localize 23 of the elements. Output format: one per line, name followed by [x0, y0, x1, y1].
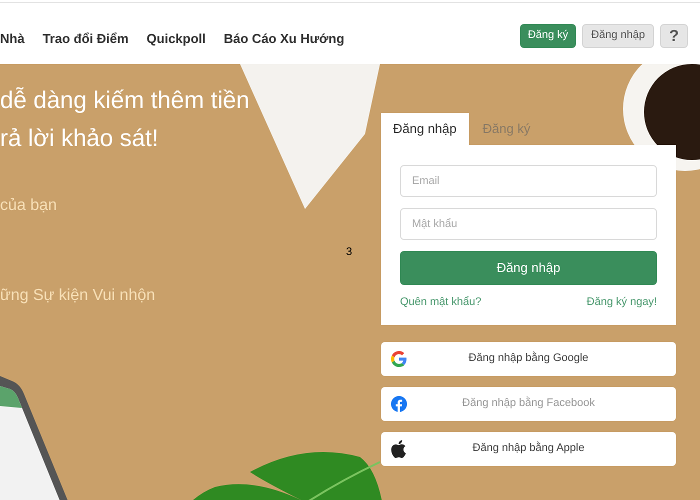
help-button[interactable]: ? [660, 24, 688, 48]
hero-subtitle: của bạn [0, 196, 58, 216]
nav-link[interactable]: Trao đổi Điểm [42, 28, 129, 48]
register-now-link[interactable]: Đăng ký ngay! [586, 294, 657, 310]
form-tab[interactable]: Đăng nhập [381, 113, 469, 145]
apple-logo-icon [391, 440, 406, 458]
submit-button[interactable]: Đăng nhập [400, 251, 657, 285]
social-login-button[interactable]: Đăng nhập bằng Google [381, 342, 676, 376]
stray-number: 3 [346, 245, 352, 260]
login-button[interactable]: Đăng nhập [582, 24, 654, 48]
text-input-field[interactable]: Email [400, 165, 657, 197]
google-logo-icon [391, 350, 407, 366]
nav-link[interactable]: Quickpoll [146, 28, 206, 48]
register-button[interactable]: Đăng ký [520, 24, 576, 48]
nav-link[interactable]: Nhà [0, 28, 25, 48]
hero-events-text: ững Sự kiện Vui nhộn [0, 286, 156, 306]
nav-link[interactable]: Báo Cáo Xu Hướng [224, 28, 344, 48]
hero-headline: dễ dàng kiếm thêm tiền [0, 86, 250, 116]
text-input-field[interactable]: Mật khẩu [400, 208, 657, 240]
forgot-password-link[interactable]: Quên mật khẩu? [400, 294, 482, 310]
facebook-logo-icon [391, 396, 407, 412]
social-login-button[interactable]: Đăng nhập bằng Apple [381, 432, 676, 466]
hero-headline: rả lời khảo sát! [0, 124, 160, 154]
